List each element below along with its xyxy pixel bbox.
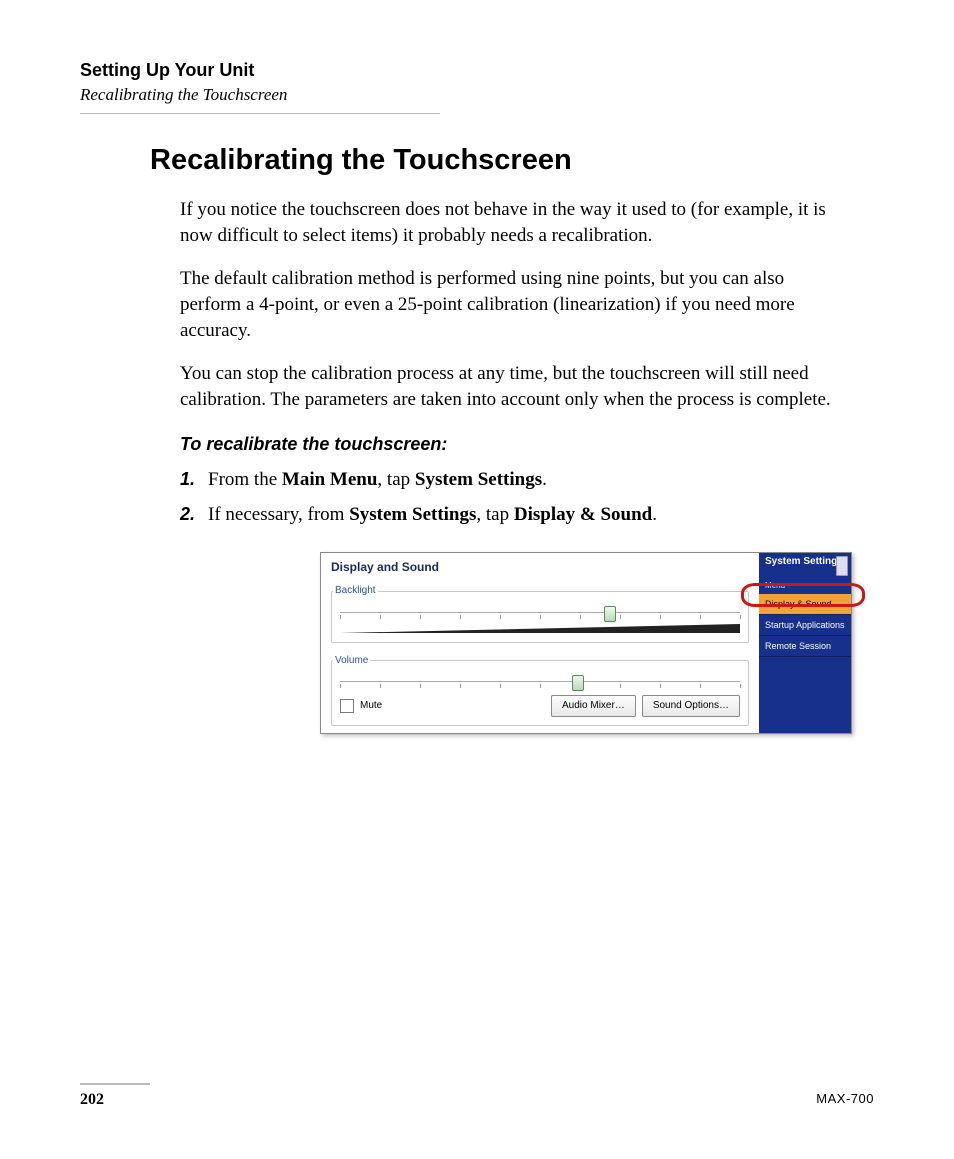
sidebar-title-icon: [836, 556, 848, 576]
step-1-bold-1: Main Menu: [282, 469, 378, 490]
embedded-screenshot: Display and Sound Backlight: [320, 552, 850, 732]
backlight-group: Backlight: [331, 579, 749, 643]
step-2-post: .: [652, 504, 657, 525]
volume-slider[interactable]: [340, 675, 740, 689]
page-footer: 202 MAX-700: [80, 1083, 874, 1109]
header-chapter: Setting Up Your Unit: [80, 60, 874, 81]
paragraph-1: If you notice the touchscreen does not b…: [180, 197, 844, 248]
body-text: If you notice the touchscreen does not b…: [180, 197, 844, 732]
sidebar-title: System Settings: [759, 553, 851, 579]
step-2-pre: If necessary, from: [208, 504, 349, 525]
sidebar-item-remote-session[interactable]: Remote Session: [759, 636, 851, 657]
backlight-thumb[interactable]: [604, 606, 616, 622]
sidebar-item-display-sound[interactable]: Display & Sound: [759, 594, 851, 615]
display-and-sound-panel: Display and Sound Backlight: [321, 553, 759, 733]
backlight-label: Backlight: [333, 584, 378, 598]
backlight-slider[interactable]: [340, 606, 740, 620]
sidebar-item-startup-applications[interactable]: Startup Applications: [759, 615, 851, 636]
step-2-number: 2.: [180, 502, 208, 528]
step-1-pre: From the: [208, 469, 282, 490]
sidebar-menu-label: Menu: [759, 579, 851, 594]
step-1-mid: , tap: [377, 469, 414, 490]
step-1-text: From the Main Menu, tap System Settings.: [208, 467, 547, 493]
volume-group: Volume Mute: [331, 649, 749, 726]
volume-thumb[interactable]: [572, 675, 584, 691]
step-2-text: If necessary, from System Settings, tap …: [208, 502, 657, 528]
sound-options-button[interactable]: Sound Options…: [642, 695, 740, 717]
step-2: 2. If necessary, from System Settings, t…: [180, 502, 844, 528]
mute-label: Mute: [360, 699, 382, 713]
model-label: MAX-700: [816, 1091, 874, 1109]
panel-title: Display and Sound: [331, 559, 749, 575]
paragraph-2: The default calibration method is perfor…: [180, 266, 844, 343]
mute-checkbox[interactable]: [340, 699, 354, 713]
backlight-wedge-icon: [340, 624, 740, 634]
audio-mixer-button[interactable]: Audio Mixer…: [551, 695, 636, 717]
step-2-bold-2: Display & Sound: [514, 504, 652, 525]
step-1: 1. From the Main Menu, tap System Settin…: [180, 467, 844, 493]
step-2-mid: , tap: [476, 504, 513, 525]
sidebar-title-text: System Settings: [765, 556, 843, 567]
paragraph-3: You can stop the calibration process at …: [180, 361, 844, 412]
volume-label: Volume: [333, 654, 370, 668]
step-2-bold-1: System Settings: [349, 504, 476, 525]
header-rule: [80, 113, 440, 114]
procedure-heading: To recalibrate the touchscreen:: [180, 432, 844, 456]
header-section: Recalibrating the Touchscreen: [80, 85, 874, 105]
system-settings-sidebar: System Settings Menu Display & Sound Sta…: [759, 553, 851, 733]
step-1-bold-2: System Settings: [415, 469, 542, 490]
footer-rule: [80, 1083, 150, 1085]
page-number: 202: [80, 1091, 104, 1109]
page-title: Recalibrating the Touchscreen: [150, 144, 874, 177]
step-1-post: .: [542, 469, 547, 490]
step-1-number: 1.: [180, 467, 208, 493]
